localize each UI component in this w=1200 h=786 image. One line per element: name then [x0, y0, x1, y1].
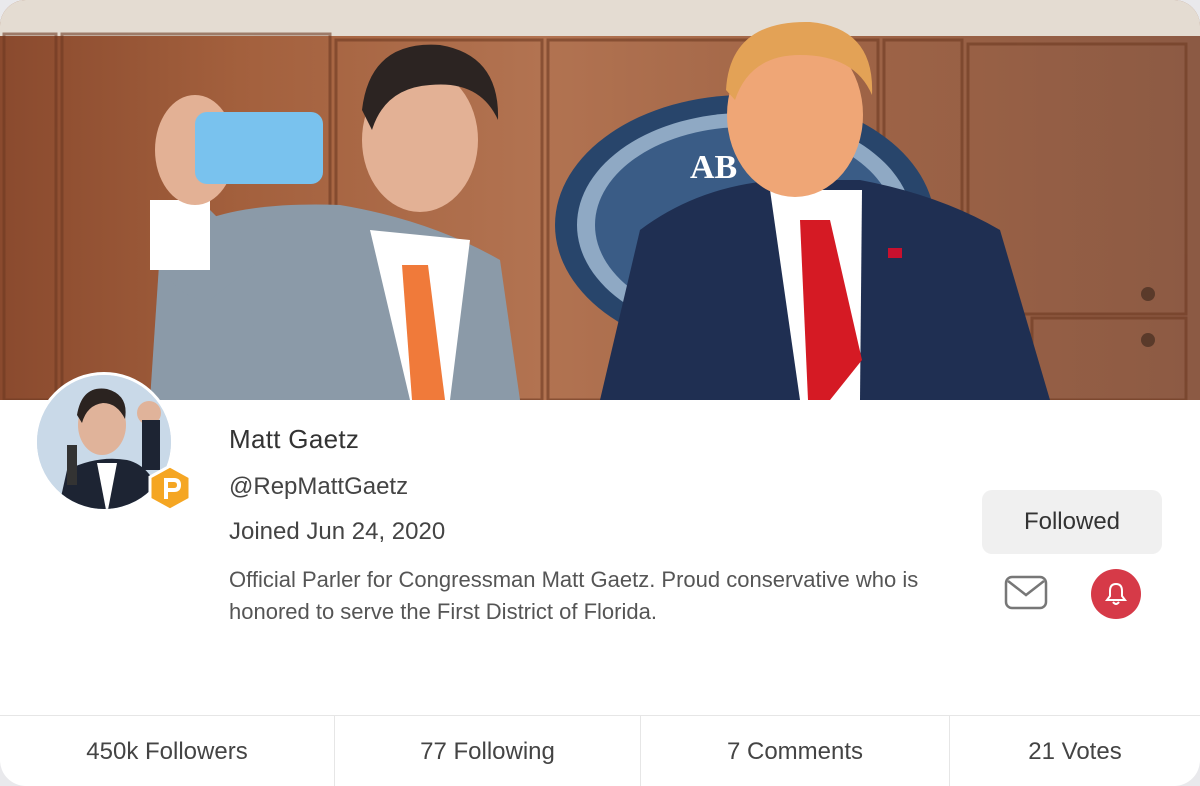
seal-text: AB — [690, 149, 737, 186]
cover-illustration: AB — [0, 0, 1200, 400]
profile-name: Matt Gaetz — [229, 424, 360, 454]
envelope-icon[interactable] — [1003, 573, 1049, 613]
verified-badge-icon — [146, 464, 194, 512]
profile-bio: Official Parler for Congressman Matt Gae… — [229, 567, 919, 624]
profile-card: AB Matt Gaetz @RepMattGaetz Joined Jun 2… — [0, 0, 1200, 786]
profile-handle: @RepMattGaetz — [229, 473, 409, 500]
comments-count[interactable]: 7 Comments — [641, 716, 950, 786]
joined-date: Joined Jun 24, 2020 — [229, 518, 446, 545]
votes-count[interactable]: 21 Votes — [950, 716, 1200, 786]
cover-photo: AB — [0, 0, 1200, 400]
following-count[interactable]: 77 Following — [335, 716, 641, 786]
stats-bar: 450k Followers 77 Following 7 Comments 2… — [0, 715, 1200, 786]
notification-bell-button[interactable] — [1091, 569, 1141, 619]
followers-count[interactable]: 450k Followers — [0, 716, 335, 786]
bell-icon — [1105, 582, 1127, 605]
followed-button[interactable]: Followed — [982, 490, 1162, 554]
